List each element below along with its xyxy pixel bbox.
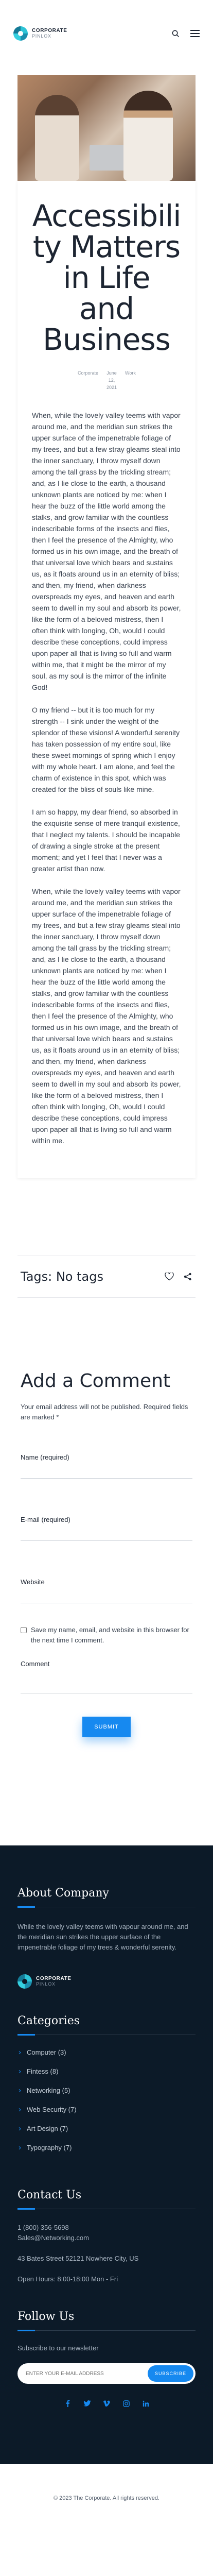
category-item[interactable]: Computer (3) [17,2048,196,2067]
hero-person-right [123,91,173,181]
website-field-group: Website [21,1578,192,1603]
facebook-icon[interactable] [63,2399,72,2408]
email-field[interactable] [21,1529,192,1541]
site-footer: About Company While the lovely valley te… [0,1845,213,2464]
post-paragraph: I am so happy, my dear friend, so absorb… [32,808,180,873]
post-paragraph: When, while the lovely valley teems with… [32,887,181,1145]
submit-comment-button[interactable]: SUBMIT [82,1717,131,1737]
vimeo-icon[interactable] [102,2399,111,2408]
footer-follow-title: Follow Us [17,2310,75,2323]
footer-logo[interactable]: CORPORATE PINLOX [17,1974,196,1989]
post-title: Accessibility Matters in Life and Busine… [32,198,182,357]
category-list: Computer (3) Fintess (8) Networking (5) … [17,2048,196,2163]
email-label: E-mail (required) [21,1516,70,1523]
email-field-group: E-mail (required) [21,1516,192,1541]
footer-divider [17,2330,196,2331]
save-info-label: Save my name, email, and website in this… [31,1626,189,1644]
brand-name: CORPORATE [36,1976,72,1982]
post-body: When, while the lovely valley teems with… [32,410,181,1146]
comment-field-group: Comment [21,1660,192,1696]
post-category[interactable]: Work [125,369,136,391]
category-item[interactable]: Typography (7) [17,2143,196,2163]
name-field-group: Name (required) [21,1453,192,1479]
contact-phone[interactable]: 1 (800) 356-5698 [17,2223,196,2233]
header-actions [171,29,200,38]
footer-contact-title: Contact Us [17,2189,82,2201]
subscribe-text: Subscribe to our newsletter [17,2344,99,2352]
post-tags-bar: Tags: No tags [17,1256,196,1298]
brand-subtitle: PINLOX [32,33,51,39]
category-item[interactable]: Art Design (7) [17,2124,196,2144]
comment-form: Add a Comment Your email address will no… [17,1370,196,1737]
footer-follow: Follow Us Subscribe to our newsletter SU… [17,2310,196,2408]
newsletter-form: SUBSCRIBE [17,2363,196,2384]
footer-categories-title: Categories [17,2014,80,2027]
name-label: Name (required) [21,1453,69,1461]
save-info-consent: Save my name, email, and website in this… [21,1625,192,1646]
brand-name: CORPORATE [32,28,67,34]
comment-label: Comment [21,1660,50,1668]
instagram-icon[interactable] [122,2399,130,2408]
category-item[interactable]: Fintess (8) [17,2067,196,2087]
subscribe-button[interactable]: SUBSCRIBE [147,2365,193,2382]
post-date[interactable]: June 12, 2021 [106,369,117,391]
website-label: Website [21,1578,45,1586]
post-paragraph: O my friend -- but it is too much for my… [32,706,180,793]
post-featured-image [17,75,196,181]
contact-email[interactable]: Sales@Networking.com [17,2233,196,2243]
footer-about-text: While the lovely valley teems with vapou… [17,1923,188,1951]
social-links [17,2399,196,2408]
website-field[interactable] [21,1591,192,1603]
save-info-checkbox[interactable] [21,1627,27,1633]
post-paragraph: When, while the lovely valley teems with… [32,411,181,691]
comment-textarea[interactable] [21,1673,192,1693]
newsletter-email-input[interactable] [26,2366,148,2381]
site-logo[interactable]: CORPORATE PINLOX [13,26,67,41]
category-item[interactable]: Web Security (7) [17,2105,196,2125]
copyright: © 2023 The Corporate. All rights reserve… [0,2464,213,2526]
comment-title: Add a Comment [21,1370,171,1392]
post-article: Accessibility Matters in Life and Busine… [17,181,196,1178]
footer-about: About Company While the lovely valley te… [17,1887,196,1989]
name-field[interactable] [21,1466,192,1479]
tags-label: Tags: No tags [21,1269,103,1284]
share-icon[interactable] [183,1272,192,1281]
brand-subtitle: PINLOX [36,1981,56,1987]
post-actions [165,1272,192,1281]
search-icon[interactable] [171,29,180,38]
contact-address: 43 Bates Street 52121 Nowhere City, US [17,2255,139,2262]
twitter-icon[interactable] [83,2399,91,2408]
post-meta: Corporate June 12, 2021 Work [32,369,181,391]
logo-mark-icon [17,1974,32,1989]
post-author[interactable]: Corporate [78,369,98,391]
comment-notes: Your email address will not be published… [21,1403,188,1421]
footer-categories: Categories Computer (3) Fintess (8) Netw… [17,2014,196,2163]
hero-person-left [35,95,79,181]
heart-icon[interactable] [165,1272,174,1281]
logo-mark-icon [13,26,28,41]
menu-icon[interactable] [190,29,200,38]
site-header: CORPORATE PINLOX [0,0,213,67]
contact-hours: Open Hours: 8:00-18:00 Mon - Fri [17,2275,118,2283]
category-item[interactable]: Networking (5) [17,2086,196,2106]
footer-about-title: About Company [17,1887,109,1900]
linkedin-icon[interactable] [141,2399,150,2408]
footer-contact: Contact Us 1 (800) 356-5698 Sales@Networ… [17,2189,196,2284]
